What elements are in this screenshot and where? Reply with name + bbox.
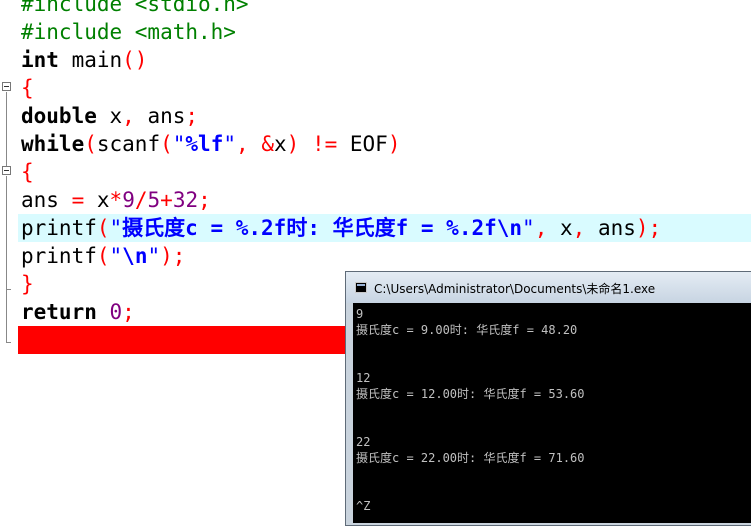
code-token: } bbox=[21, 328, 34, 352]
code-token: != bbox=[311, 132, 338, 156]
console-line: 9 bbox=[356, 307, 364, 321]
code-token: printf bbox=[21, 244, 97, 268]
code-token: ) bbox=[387, 132, 401, 156]
code-line[interactable]: #include <stdio.h> bbox=[21, 0, 751, 18]
console-line: 22 bbox=[356, 435, 371, 449]
console-line: 摄氏度c = 12.00时: 华氏度f = 53.60 bbox=[356, 387, 585, 401]
code-token: %lf bbox=[185, 132, 224, 156]
code-token: , bbox=[236, 132, 249, 156]
code-token: { bbox=[21, 76, 34, 100]
code-line[interactable]: int main() bbox=[21, 46, 751, 74]
code-token: , bbox=[572, 216, 586, 240]
code-token: , bbox=[122, 104, 135, 128]
code-line[interactable]: { bbox=[21, 158, 751, 186]
code-token: ; bbox=[648, 216, 662, 240]
code-token: x bbox=[273, 132, 287, 156]
code-token: , bbox=[534, 216, 548, 240]
fold-minus-icon[interactable] bbox=[2, 82, 11, 91]
code-token: #include <math.h> bbox=[21, 20, 236, 44]
code-token: while bbox=[21, 132, 85, 156]
code-token: printf bbox=[21, 216, 97, 240]
console-line: 12 bbox=[356, 371, 371, 385]
fold-gutter bbox=[0, 0, 18, 521]
code-token: 摄氏度c = %.2f时: 华氏度f = %.2f\n bbox=[122, 216, 523, 240]
code-token: ) bbox=[286, 132, 300, 156]
code-token: ans bbox=[21, 188, 72, 212]
fold-end-mark bbox=[6, 342, 11, 343]
console-titlebar[interactable]: C:\Users\Administrator\Documents\未命名1.ex… bbox=[346, 272, 751, 303]
console-window[interactable]: C:\Users\Administrator\Documents\未命名1.ex… bbox=[345, 271, 751, 526]
code-line[interactable]: } bbox=[18, 326, 351, 354]
code-token: EOF bbox=[337, 132, 388, 156]
code-token: " bbox=[109, 216, 123, 240]
console-line: 摄氏度c = 22.00时: 华氏度f = 71.60 bbox=[356, 451, 585, 465]
code-token: " bbox=[522, 216, 535, 240]
console-title: C:\Users\Administrator\Documents\未命名1.ex… bbox=[374, 282, 656, 296]
code-token: () bbox=[122, 48, 148, 72]
code-token: / bbox=[134, 188, 148, 212]
code-token: ) bbox=[635, 216, 649, 240]
code-token: ans bbox=[134, 104, 186, 128]
code-token: ans bbox=[585, 216, 636, 240]
code-token: ; bbox=[198, 188, 211, 212]
code-token: ; bbox=[122, 300, 135, 324]
code-token: return bbox=[21, 300, 97, 324]
code-token: main bbox=[58, 48, 123, 72]
console-window-icon bbox=[355, 282, 367, 293]
code-token: double bbox=[21, 104, 97, 128]
console-line: ^Z bbox=[356, 499, 371, 513]
code-token: #include <stdio.h> bbox=[21, 0, 249, 16]
code-token: ( bbox=[96, 216, 110, 240]
code-token: " bbox=[109, 244, 123, 268]
code-token: ( bbox=[84, 132, 97, 156]
code-token: x bbox=[96, 104, 123, 128]
code-line[interactable]: printf("\n"); bbox=[21, 242, 751, 270]
fold-guide-line bbox=[6, 92, 7, 166]
code-token: = bbox=[71, 188, 85, 212]
code-token: * bbox=[109, 188, 123, 212]
code-token: 32 bbox=[172, 188, 199, 212]
code-token: 5 bbox=[147, 188, 161, 212]
code-token: x bbox=[84, 188, 110, 212]
code-token: " bbox=[172, 132, 186, 156]
code-token: ( bbox=[160, 132, 173, 156]
code-line[interactable]: while(scanf("%lf", &x) != EOF) bbox=[21, 130, 751, 158]
code-token: 9 bbox=[122, 188, 135, 212]
console-output[interactable]: 9 摄氏度c = 9.00时: 华氏度f = 48.20 12 摄氏度c = 12.0… bbox=[353, 303, 751, 523]
code-token: scanf bbox=[96, 132, 161, 156]
code-token: " bbox=[147, 244, 161, 268]
fold-guide-line bbox=[6, 289, 7, 342]
fold-guide-line bbox=[6, 176, 7, 289]
code-token: ; bbox=[185, 104, 199, 128]
code-token: { bbox=[21, 160, 34, 184]
code-line[interactable]: #include <math.h> bbox=[21, 18, 751, 46]
code-token: ) bbox=[160, 244, 173, 268]
code-token: int bbox=[21, 48, 59, 72]
code-line[interactable]: double x, ans; bbox=[21, 102, 751, 130]
code-token: " bbox=[223, 132, 236, 156]
console-line: 摄氏度c = 9.00时: 华氏度f = 48.20 bbox=[356, 323, 578, 337]
code-line[interactable]: ans = x*9/5+32; bbox=[21, 186, 751, 214]
code-line[interactable]: printf("摄氏度c = %.2f时: 华氏度f = %.2f\n", x,… bbox=[18, 214, 751, 242]
code-token: + bbox=[160, 188, 173, 212]
code-token: ; bbox=[172, 244, 186, 268]
code-token: x bbox=[547, 216, 573, 240]
code-token: \n bbox=[122, 244, 148, 268]
code-line[interactable]: { bbox=[21, 74, 751, 102]
fold-minus-icon[interactable] bbox=[2, 166, 11, 175]
code-token: ( bbox=[96, 244, 110, 268]
code-token: 0 bbox=[109, 300, 123, 324]
code-token: & bbox=[261, 132, 274, 156]
code-token: } bbox=[21, 272, 34, 296]
